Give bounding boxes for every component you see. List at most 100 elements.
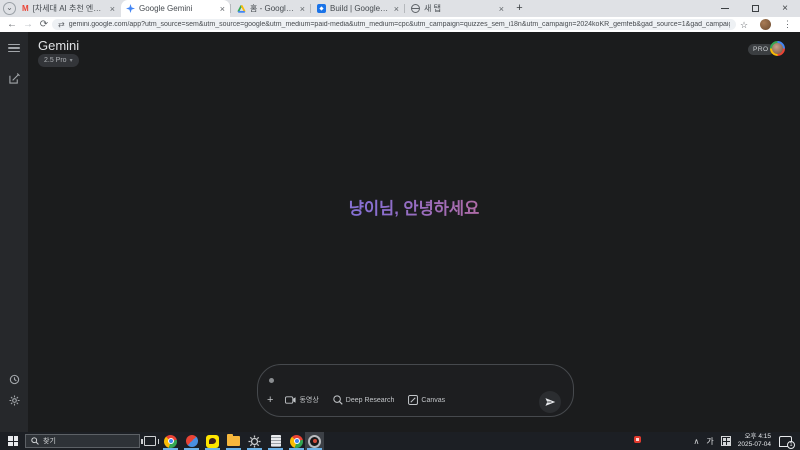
url-text: gemini.google.com/app?utm_source=sem&utm…	[68, 21, 730, 28]
deep-research-icon	[333, 395, 343, 405]
tab-search-button[interactable]: ⌄	[3, 2, 16, 15]
notification-center-icon[interactable]: 1	[779, 435, 795, 449]
composer-toolbar: + 동영상 Deep Research Canvas	[267, 391, 564, 413]
prompt-input[interactable]: + 동영상 Deep Research Canvas	[257, 364, 574, 417]
taskbar-clock[interactable]: 오후 4:15 2025-07-04	[738, 433, 771, 449]
taskbar-search-input[interactable]: 찾기	[25, 434, 140, 448]
ai-studio-icon	[317, 4, 326, 13]
task-view-icon[interactable]	[141, 436, 159, 446]
gemini-icon	[126, 4, 135, 13]
tab-divider	[230, 4, 231, 13]
input-cursor-dot	[269, 378, 274, 383]
tab-title: [차세대 AI 추천 엔진 통합 포..	[32, 4, 106, 13]
clock-date: 2025-07-04	[737, 441, 771, 448]
canvas-icon	[408, 395, 419, 405]
recording-indicator-icon	[634, 436, 641, 443]
chrome-icon	[164, 434, 177, 448]
greeting-text: 냥이님, 안녕하세요	[28, 195, 800, 219]
tab-title: Google Gemini	[139, 4, 193, 13]
tab-close-icon[interactable]: ×	[300, 4, 305, 14]
maximize-button[interactable]	[740, 0, 770, 17]
ime-language-indicator[interactable]: 가	[706, 436, 713, 447]
canvas-button[interactable]: Canvas	[408, 395, 445, 405]
window-controls: ×	[710, 0, 800, 17]
forward-icon[interactable]: →	[20, 17, 36, 32]
tab-close-icon[interactable]: ×	[220, 4, 225, 14]
tab-divider	[404, 4, 405, 13]
canvas-label: Canvas	[421, 396, 446, 404]
chevron-down-icon: ▾	[69, 58, 73, 64]
gemini-sidebar	[0, 32, 28, 432]
clock-time: 오후 4:15	[744, 433, 771, 440]
new-chat-icon[interactable]	[7, 71, 21, 85]
send-button[interactable]	[539, 391, 561, 413]
taskbar-app-notepad[interactable]	[266, 432, 285, 450]
start-button[interactable]	[8, 436, 18, 446]
tab-title: 홈 - Google Drive	[250, 4, 296, 13]
browser-menu-icon[interactable]: ⋮	[783, 19, 792, 30]
send-icon	[544, 398, 555, 406]
tab-google-gemini[interactable]: Google Gemini ×	[121, 0, 230, 17]
history-icon[interactable]	[7, 372, 21, 386]
bookmark-star-icon[interactable]: ☆	[740, 20, 748, 31]
chrome-icon	[290, 434, 303, 448]
tab-new-tab[interactable]: 새 탭 ×	[406, 0, 509, 17]
taskbar-app-capture-tool[interactable]	[305, 432, 324, 450]
video-tool-label: 동영상	[299, 397, 319, 404]
deep-research-label: Deep Research	[345, 396, 395, 404]
search-icon	[31, 437, 39, 445]
minimize-button[interactable]	[710, 0, 740, 17]
tab-title: Build | Google AI Studio	[330, 4, 390, 13]
reload-icon[interactable]: ⟳	[36, 17, 52, 32]
gemini-page: Gemini 2.5 Pro ▾ PRO 냥이님, 안녕하세요 + 동영상 De…	[0, 32, 800, 432]
model-name: 2.5 Pro	[44, 57, 67, 64]
taskbar-app-chrome-2[interactable]	[287, 432, 306, 450]
taskbar-app-security[interactable]	[182, 432, 201, 450]
ime-mode-icon[interactable]	[720, 436, 731, 446]
security-app-icon	[185, 435, 198, 447]
new-tab-button[interactable]: +	[513, 2, 526, 15]
close-window-button[interactable]: ×	[770, 0, 800, 17]
taskbar-app-file-explorer[interactable]	[224, 432, 243, 450]
taskbar-app-settings[interactable]	[245, 432, 264, 450]
kakaotalk-icon	[206, 434, 219, 448]
browser-tab-strip: ⌄ M [차세대 AI 추천 엔진 통합 포.. × Google Gemini…	[0, 0, 800, 17]
gmail-icon: M	[22, 4, 29, 13]
tab-title: 새 탭	[424, 4, 441, 13]
video-icon	[285, 396, 296, 404]
tab-close-icon[interactable]: ×	[394, 4, 399, 14]
tab-close-icon[interactable]: ×	[110, 4, 115, 14]
screen: ⌄ M [차세대 AI 추천 엔진 통합 포.. × Google Gemini…	[0, 0, 800, 450]
taskbar-app-chrome[interactable]	[161, 432, 180, 450]
browser-toolbar: ← → ⟳ ⇄ gemini.google.com/app?utm_source…	[0, 17, 800, 32]
notification-badge: 1	[787, 440, 795, 449]
video-tool-button[interactable]: 동영상	[285, 395, 319, 405]
show-hidden-icons[interactable]: ∧	[694, 437, 700, 446]
file-explorer-icon	[227, 434, 240, 446]
browser-profile-avatar[interactable]	[760, 19, 771, 30]
gear-icon	[248, 435, 261, 447]
address-bar[interactable]: ⇄ gemini.google.com/app?utm_source=sem&u…	[52, 19, 736, 30]
system-tray: ∧ 가 오후 4:15 2025-07-04 1	[694, 432, 800, 450]
user-avatar[interactable]	[770, 41, 785, 56]
settings-gear-icon[interactable]	[7, 393, 21, 407]
notepad-icon	[270, 435, 281, 447]
tab-divider	[310, 4, 311, 13]
drive-icon	[237, 4, 246, 13]
gemini-title: Gemini	[38, 38, 80, 53]
tab-close-icon[interactable]: ×	[499, 4, 504, 14]
windows-taskbar: 찾기 ∧ 가 오후 4:15 2025-07-04 1	[0, 432, 800, 450]
deep-research-button[interactable]: Deep Research	[333, 395, 395, 405]
tab-ai-studio[interactable]: Build | Google AI Studio ×	[312, 0, 404, 17]
search-placeholder: 찾기	[43, 438, 56, 445]
tab-mail[interactable]: M [차세대 AI 추천 엔진 통합 포.. ×	[17, 0, 120, 17]
menu-hamburger-icon[interactable]	[7, 41, 21, 55]
globe-icon	[411, 4, 420, 13]
capture-tool-icon	[308, 434, 321, 448]
taskbar-app-kakaotalk[interactable]	[203, 432, 222, 450]
model-selector[interactable]: 2.5 Pro ▾	[38, 54, 79, 67]
site-info-icon[interactable]: ⇄	[58, 20, 65, 29]
tab-google-drive[interactable]: 홈 - Google Drive ×	[232, 0, 310, 17]
add-attachment-icon[interactable]: +	[267, 394, 273, 406]
back-icon[interactable]: ←	[4, 17, 20, 32]
